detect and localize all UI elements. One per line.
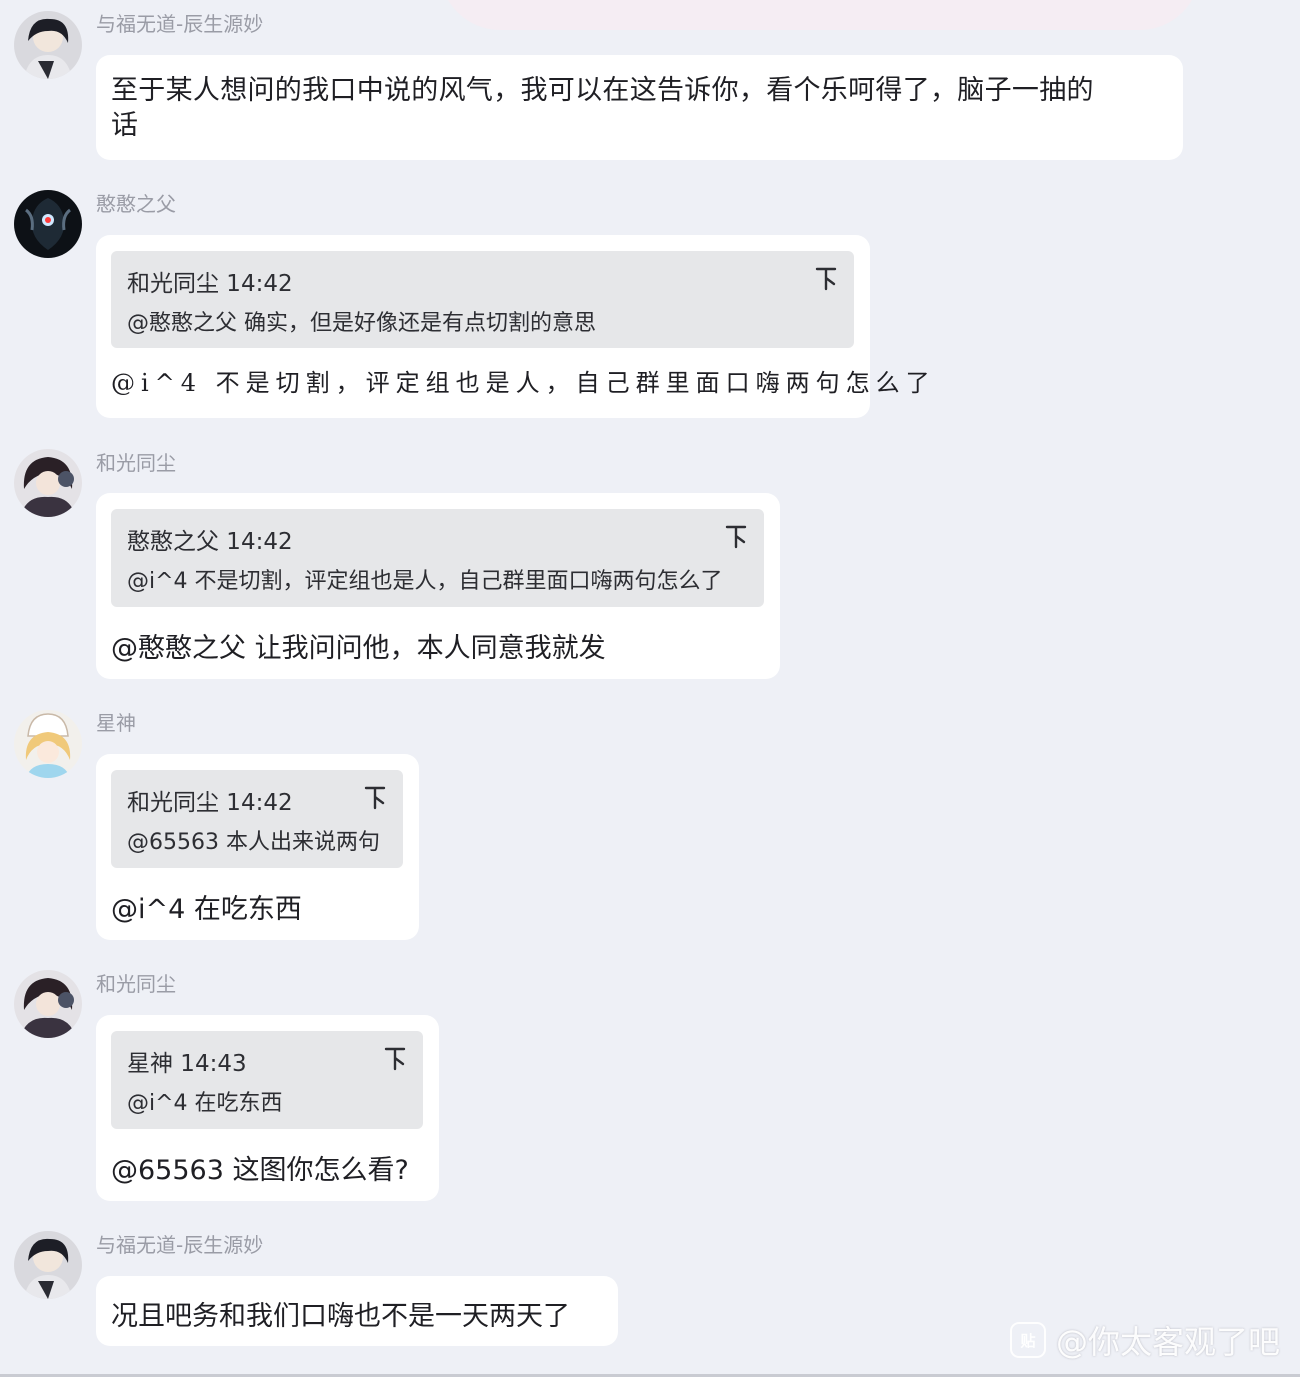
quote-header: 星神 14:43 (127, 1051, 247, 1077)
sender-name[interactable]: 憨憨之父 (96, 192, 176, 216)
sender-name[interactable]: 与福无道-辰生源妙 (96, 1233, 263, 1257)
quote-header: 憨憨之父 14:42 (127, 529, 293, 555)
sender-name[interactable]: 和光同尘 (96, 972, 176, 996)
avatar[interactable] (14, 1231, 82, 1299)
watermark-handle: @你太客观了吧 (1055, 1323, 1280, 1361)
message-bubble[interactable]: 星神 14:43 @i^4 在吃东西 @65563 这图你怎么看? (96, 1015, 439, 1201)
quoted-message[interactable]: 和光同尘 14:42 @65563 本人出来说两句 (111, 770, 403, 868)
watermark: 贴 @你太客观了吧 (1009, 1317, 1280, 1363)
message-bubble[interactable]: 和光同尘 14:42 @65563 本人出来说两句 @i^4 在吃东西 (96, 754, 419, 940)
quote-body: @65563 本人出来说两句 (127, 830, 380, 855)
avatar[interactable] (14, 11, 82, 79)
avatar[interactable] (14, 710, 82, 778)
message-bubble[interactable]: 憨憨之父 14:42 @i^4 不是切割，评定组也是人，自己群里面口嗨两句怎么了… (96, 493, 780, 679)
sender-name[interactable]: 和光同尘 (96, 451, 176, 475)
message-text: 况且吧务和我们口嗨也不是一天两天了 (111, 1301, 570, 1332)
reply-text: @65563 这图你怎么看? (111, 1155, 409, 1186)
avatar[interactable] (14, 449, 82, 517)
message-bubble[interactable]: 况且吧务和我们口嗨也不是一天两天了 (96, 1276, 618, 1346)
quote-body: @i^4 在吃东西 (127, 1091, 283, 1116)
top-glow-decoration (440, 0, 1200, 30)
message-bubble[interactable]: 至于某人想问的我口中说的风气，我可以在这告诉你，看个乐呵得了，脑子一抽的 话 (96, 55, 1183, 160)
reply-text: @i^4 在吃东西 (111, 894, 302, 925)
avatar[interactable] (14, 190, 82, 258)
reply-text: @i^4 不是切割，评定组也是人，自己群里面口嗨两句怎么了 (111, 369, 936, 397)
message-bubble[interactable]: 和光同尘 14:42 @憨憨之父 确实，但是好像还是有点切割的意思 @i^4 不… (96, 235, 930, 418)
tieba-logo-icon: 贴 (1009, 1322, 1046, 1358)
quoted-message[interactable]: 憨憨之父 14:42 @i^4 不是切割，评定组也是人，自己群里面口嗨两句怎么了 (111, 509, 764, 607)
sender-name[interactable]: 与福无道-辰生源妙 (96, 12, 263, 36)
reply-text: @憨憨之父 让我问问他，本人同意我就发 (111, 633, 606, 664)
jump-to-quote-icon[interactable] (815, 266, 837, 292)
avatar[interactable] (14, 970, 82, 1038)
message-text-line: 话 (111, 110, 139, 141)
message-text-line: 至于某人想问的我口中说的风气，我可以在这告诉你，看个乐呵得了，脑子一抽的 (111, 75, 1094, 106)
jump-to-quote-icon[interactable] (725, 524, 747, 550)
jump-to-quote-icon[interactable] (384, 1046, 406, 1072)
quote-header: 和光同尘 14:42 (127, 790, 293, 816)
quoted-message[interactable]: 和光同尘 14:42 @憨憨之父 确实，但是好像还是有点切割的意思 (111, 251, 854, 348)
quoted-message[interactable]: 星神 14:43 @i^4 在吃东西 (111, 1031, 423, 1129)
quote-body: @i^4 不是切割，评定组也是人，自己群里面口嗨两句怎么了 (127, 569, 723, 594)
quote-body: @憨憨之父 确实，但是好像还是有点切割的意思 (127, 311, 596, 336)
quote-header: 和光同尘 14:42 (127, 271, 293, 297)
jump-to-quote-icon[interactable] (364, 785, 386, 811)
sender-name[interactable]: 星神 (96, 711, 136, 735)
